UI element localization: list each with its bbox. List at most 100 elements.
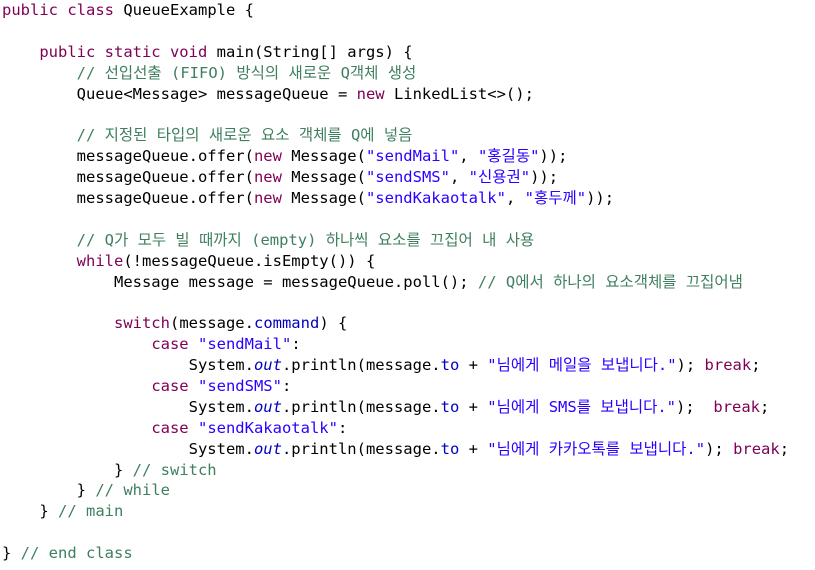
code-line: public static void main(String[] args) {: [2, 42, 789, 63]
code-token-plain: main(String[] args) {: [207, 42, 413, 61]
code-token-string: "님에게 SMS를 보냅니다.": [487, 397, 677, 416]
code-token-keyword: case: [151, 377, 189, 396]
code-token-plain: Message(: [281, 189, 366, 208]
code-token-string: "sendMail": [197, 335, 292, 354]
code-token-field: to: [440, 397, 460, 416]
code-token-plain: );: [676, 356, 705, 375]
code-token-field: command: [253, 314, 320, 333]
code-line: messageQueue.offer(new Message("sendSMS"…: [2, 167, 789, 188]
code-token-comment: // Q가 모두 빌 때까지 (empty) 하나씩 요소를 끄집어 내 사용: [76, 230, 535, 249]
code-token-plain: .println(message.: [281, 397, 441, 416]
code-line: } // end class: [2, 543, 789, 564]
code-token-comment: // end class: [20, 544, 133, 563]
code-block[interactable]: public class QueueExample { public stati…: [2, 0, 789, 564]
code-line: System.out.println(message.to + "님에게 SMS…: [2, 397, 789, 418]
code-token-field: to: [440, 356, 460, 375]
code-line: switch(message.command) {: [2, 313, 789, 334]
code-token-plain: LinkedList<>();: [384, 84, 534, 103]
code-token-plain: System.: [2, 439, 254, 458]
code-token-plain: ,: [459, 147, 478, 166]
code-token-plain: ,: [449, 168, 469, 187]
code-line: while(!messageQueue.isEmpty()) {: [2, 251, 789, 272]
code-line: case "sendKakaotalk":: [2, 418, 789, 439]
code-line: Queue<Message> messageQueue = new Linked…: [2, 84, 789, 105]
code-token-plain: Message message = messageQueue.poll();: [2, 272, 478, 291]
code-token-plain: System.: [2, 356, 254, 375]
code-line: System.out.println(message.to + "님에게 카카오…: [2, 439, 789, 460]
code-token-plain: ) {: [319, 314, 348, 333]
code-token-plain: messageQueue.offer(: [2, 189, 254, 208]
code-token-plain: ;: [760, 397, 770, 416]
code-token-comment: // Q에서 하나의 요소객체를 끄집어냄: [477, 272, 743, 291]
code-token-keyword: new: [356, 84, 385, 103]
code-line: Message message = messageQueue.poll(); /…: [2, 272, 789, 293]
code-line: } // while: [2, 480, 789, 501]
code-token-static-field: out: [253, 439, 282, 458]
code-token-string: "홍길동": [477, 147, 540, 166]
code-token-plain: :: [291, 335, 301, 354]
code-line: case "sendSMS":: [2, 376, 789, 397]
code-line: case "sendMail":: [2, 334, 789, 355]
code-token-plain: ));: [539, 147, 568, 166]
code-token-string: "님에게 메일을 보냅니다.": [487, 356, 677, 375]
code-line: } // main: [2, 501, 789, 522]
code-token-plain: :: [337, 418, 348, 437]
code-token-static-field: out: [253, 356, 282, 375]
code-token-keyword: switch: [113, 314, 170, 333]
code-line: // 선입선출 (FIFO) 방식의 새로운 Q객체 생성: [2, 63, 789, 84]
code-token-plain: QueueExample {: [123, 1, 254, 19]
code-token-plain: :: [281, 377, 292, 396]
code-token-plain: ));: [586, 189, 615, 208]
code-token-keyword: while: [76, 251, 124, 270]
code-token-plain: }: [2, 502, 58, 521]
code-token-plain: .println(message.: [281, 439, 441, 458]
code-token-plain: +: [459, 397, 488, 416]
code-token-string: "sendSMS": [365, 168, 450, 187]
code-token-plain: ,: [505, 189, 525, 208]
code-token-plain: );: [676, 397, 714, 416]
code-token-plain: messageQueue.offer(: [2, 168, 254, 187]
code-token-string: "님에게 카카오톡를 보냅니다.": [487, 439, 706, 458]
code-token-plain: Message(: [281, 168, 366, 187]
code-token-keyword: public class: [2, 1, 124, 19]
code-token-keyword: new: [253, 168, 282, 187]
code-token-static-field: out: [253, 397, 282, 416]
code-editor[interactable]: public class QueueExample { public stati…: [0, 0, 815, 570]
code-token-keyword: case: [151, 418, 189, 437]
code-token-plain: Queue<Message> messageQueue =: [2, 84, 357, 103]
code-line: System.out.println(message.to + "님에게 메일을…: [2, 355, 789, 376]
code-token-plain: .println(message.: [281, 356, 441, 375]
code-token-field: to: [440, 439, 460, 458]
code-token-plain: );: [705, 439, 734, 458]
code-token-string: "sendKakaotalk": [365, 189, 506, 208]
code-line: messageQueue.offer(new Message("sendKaka…: [2, 188, 789, 209]
code-token-plain: +: [459, 439, 488, 458]
code-token-plain: (message.: [169, 314, 254, 333]
code-token-comment: // while: [95, 481, 170, 500]
code-token-plain: }: [2, 481, 96, 500]
code-token-keyword: new: [253, 147, 282, 166]
code-token-plain: }: [2, 460, 133, 479]
code-token-string: "sendSMS": [197, 377, 282, 396]
code-token-plain: Message(: [281, 147, 366, 166]
code-token-plain: ;: [779, 439, 790, 458]
code-token-comment: // 지정된 타입의 새로운 요소 객체를 Q에 넣음: [76, 126, 413, 145]
code-token-comment: // 선입선출 (FIFO) 방식의 새로운 Q객체 생성: [76, 63, 417, 82]
code-token-plain: System.: [2, 397, 254, 416]
code-token-string: "sendKakaotalk": [197, 418, 338, 437]
code-token-plain: ));: [530, 168, 559, 187]
